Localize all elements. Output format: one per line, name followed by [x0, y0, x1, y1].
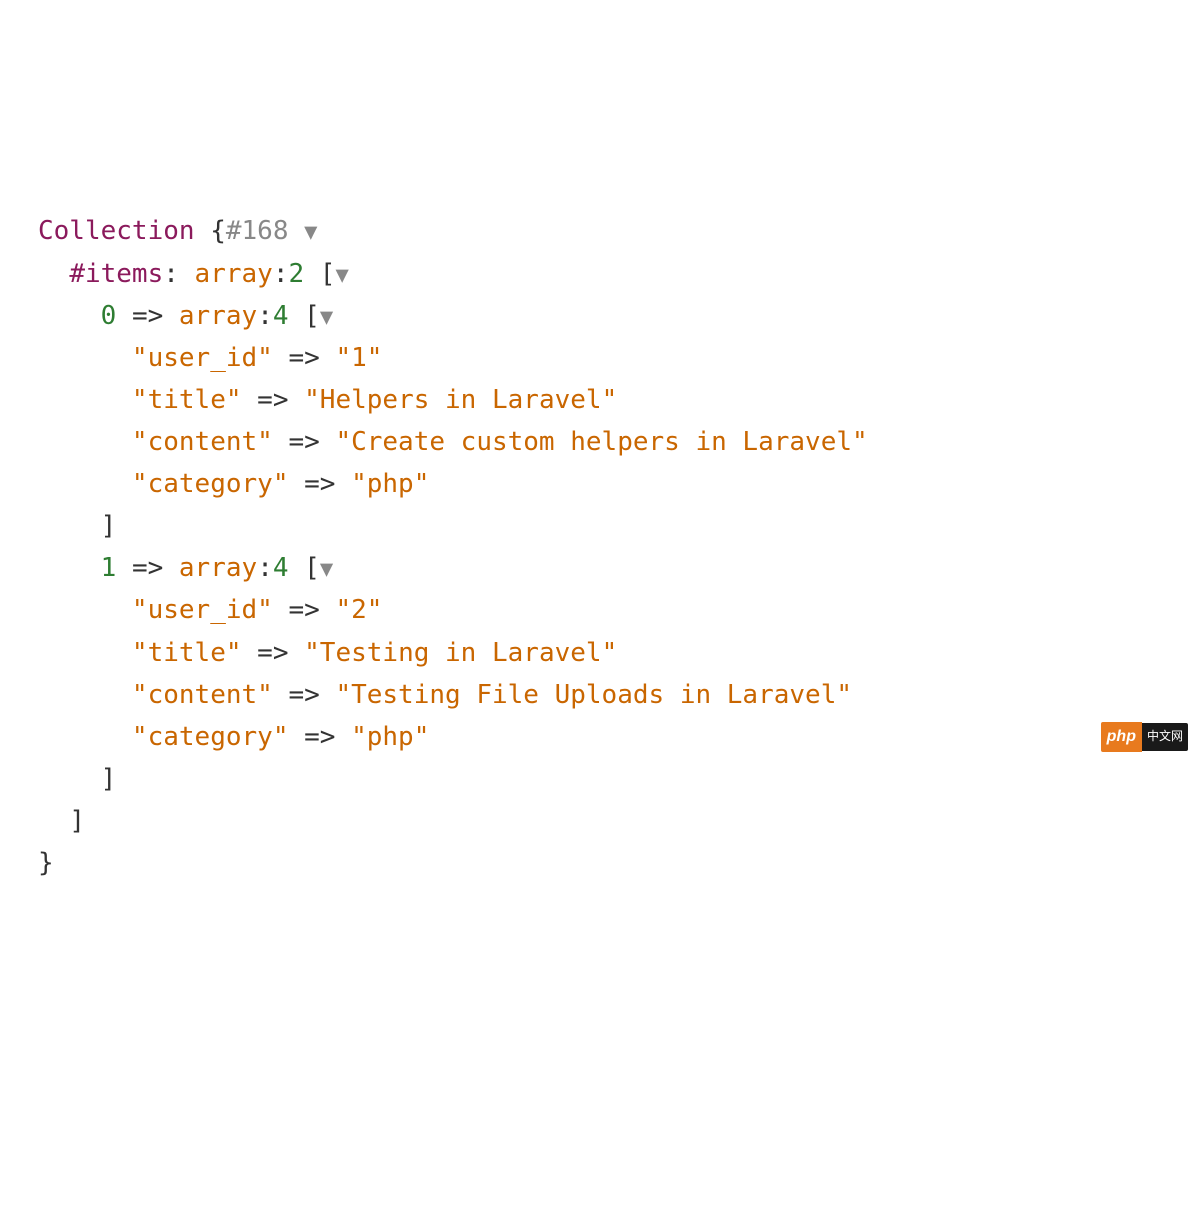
close-bracket: ] — [69, 806, 85, 836]
array-count: 4 — [273, 301, 289, 331]
open-bracket: [ — [320, 259, 336, 289]
field-value: php — [367, 722, 414, 752]
field-key: content — [148, 427, 258, 457]
array-count: 4 — [273, 553, 289, 583]
arrow: => — [304, 722, 335, 752]
arrow: => — [288, 680, 319, 710]
class-name: Collection — [38, 216, 195, 246]
field-key: category — [148, 722, 273, 752]
open-brace: { — [210, 216, 226, 246]
arrow: => — [288, 343, 319, 373]
cn-badge: 中文网 — [1142, 723, 1188, 750]
arrow: => — [288, 427, 319, 457]
field-key: title — [148, 385, 226, 415]
dump-output: Collection {#168 ▼ #items: array:2 [▼ 0 … — [38, 210, 1166, 884]
caret-down-icon[interactable]: ▼ — [320, 556, 333, 582]
field-key: title — [148, 638, 226, 668]
items-property: #items — [69, 259, 163, 289]
field-value: Create custom helpers in Laravel — [351, 427, 852, 457]
colon: : — [163, 259, 179, 289]
php-badge: php — [1101, 722, 1142, 752]
arrow: => — [257, 385, 288, 415]
field-value: Testing in Laravel — [320, 638, 602, 668]
array-type: array — [195, 259, 273, 289]
field-value: php — [367, 469, 414, 499]
array-count: 2 — [288, 259, 304, 289]
arrow: => — [304, 469, 335, 499]
open-bracket: [ — [304, 301, 320, 331]
caret-down-icon[interactable]: ▼ — [320, 304, 333, 330]
open-bracket: [ — [304, 553, 320, 583]
field-key: category — [148, 469, 273, 499]
field-value: 1 — [351, 343, 367, 373]
field-key: content — [148, 680, 258, 710]
watermark-badge: php中文网 — [1101, 722, 1188, 752]
array-type: array — [179, 553, 257, 583]
field-value: Testing File Uploads in Laravel — [351, 680, 836, 710]
close-bracket: ] — [101, 511, 117, 541]
arrow: => — [288, 595, 319, 625]
field-key: user_id — [148, 343, 258, 373]
field-value: 2 — [351, 595, 367, 625]
array-index: 0 — [101, 301, 117, 331]
caret-down-icon[interactable]: ▼ — [304, 219, 317, 245]
caret-down-icon[interactable]: ▼ — [335, 262, 348, 288]
array-index: 1 — [101, 553, 117, 583]
field-key: user_id — [148, 595, 258, 625]
object-id: #168 — [226, 216, 289, 246]
close-bracket: ] — [101, 764, 117, 794]
field-value: Helpers in Laravel — [320, 385, 602, 415]
arrow: => — [132, 301, 163, 331]
close-brace: } — [38, 848, 54, 878]
array-type: array — [179, 301, 257, 331]
arrow: => — [257, 638, 288, 668]
arrow: => — [132, 553, 163, 583]
